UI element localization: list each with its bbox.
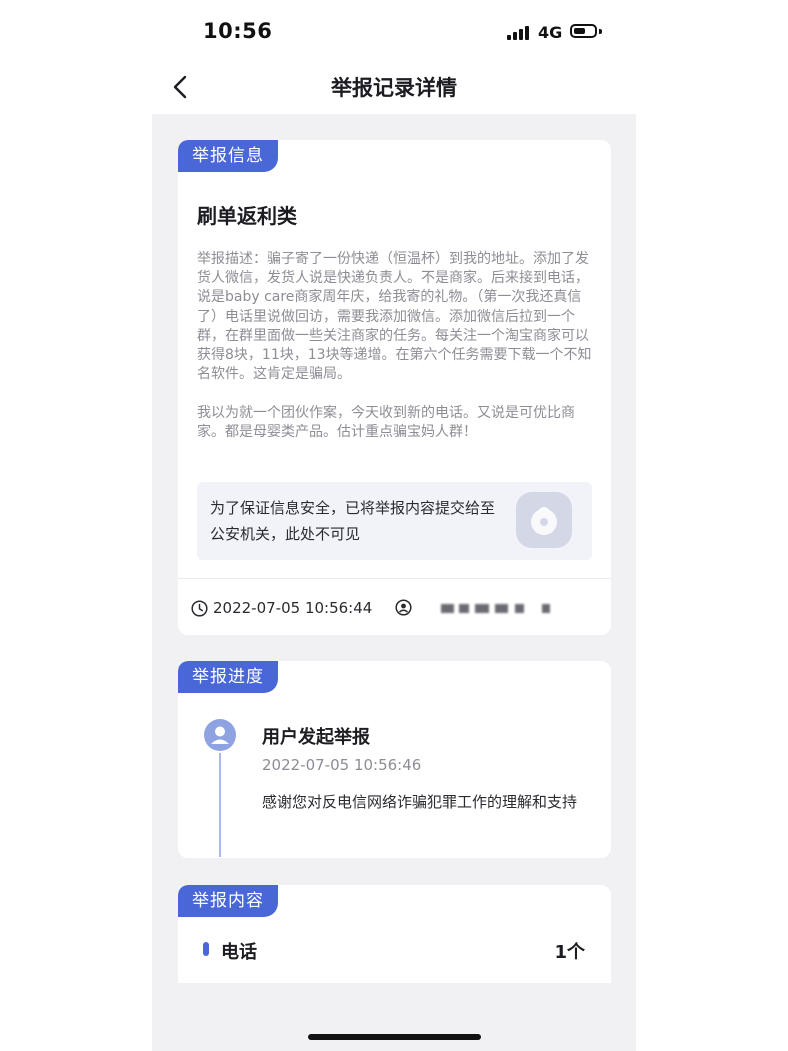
avatar [204, 719, 236, 751]
signal-icon [507, 26, 529, 40]
clock-icon [191, 600, 208, 617]
content-item-count: 1个 [554, 942, 585, 963]
bullet-marker [203, 942, 209, 956]
progress-step-time: 2022-07-05 10:56:46 [262, 756, 422, 774]
report-content-tag: 举报内容 [178, 885, 278, 917]
report-content-card: 举报内容 电话 1个 [178, 885, 611, 983]
redacted-user [439, 602, 554, 614]
report-description: 举报描述：骗子寄了一份快递（恒温杯）到我的地址。添加了发货人微信，发货人说是快递… [197, 251, 592, 440]
status-bar: 10:56 4G [0, 0, 788, 62]
divider [178, 578, 611, 579]
network-type: 4G [538, 23, 563, 42]
lock-icon [516, 492, 572, 548]
report-progress-tag: 举报进度 [178, 661, 278, 693]
progress-step-text: 感谢您对反电信网络诈骗犯罪工作的理解和支持 [262, 793, 578, 811]
report-info-card: 举报信息 刷单返利类 举报描述：骗子寄了一份快递（恒温杯）到我的地址。添加了发货… [178, 140, 611, 635]
timeline-line [219, 753, 221, 857]
battery-icon [570, 24, 597, 38]
report-info-tag: 举报信息 [178, 140, 278, 172]
report-category: 刷单返利类 [197, 204, 297, 228]
page-title: 举报记录详情 [331, 76, 457, 100]
home-indicator[interactable] [308, 1034, 481, 1040]
report-time-text: 2022-07-05 10:56:44 [213, 599, 373, 617]
status-time: 10:56 [203, 19, 273, 43]
security-notice: 为了保证信息安全，已将举报内容提交给至公安机关，此处不可见 [197, 482, 592, 560]
battery-tip [599, 29, 602, 34]
content-item-label[interactable]: 电话 [221, 938, 257, 964]
nav-bar: 举报记录详情 [152, 62, 636, 114]
report-time: 2022-07-05 10:56:44 [191, 599, 372, 617]
user-icon [395, 599, 412, 620]
progress-step-title: 用户发起举报 [262, 727, 370, 748]
security-notice-text: 为了保证信息安全，已将举报内容提交给至公安机关，此处不可见 [210, 499, 496, 543]
report-progress-card: 举报进度 用户发起举报 2022-07-05 10:56:46 感谢您对反电信网… [178, 661, 611, 858]
